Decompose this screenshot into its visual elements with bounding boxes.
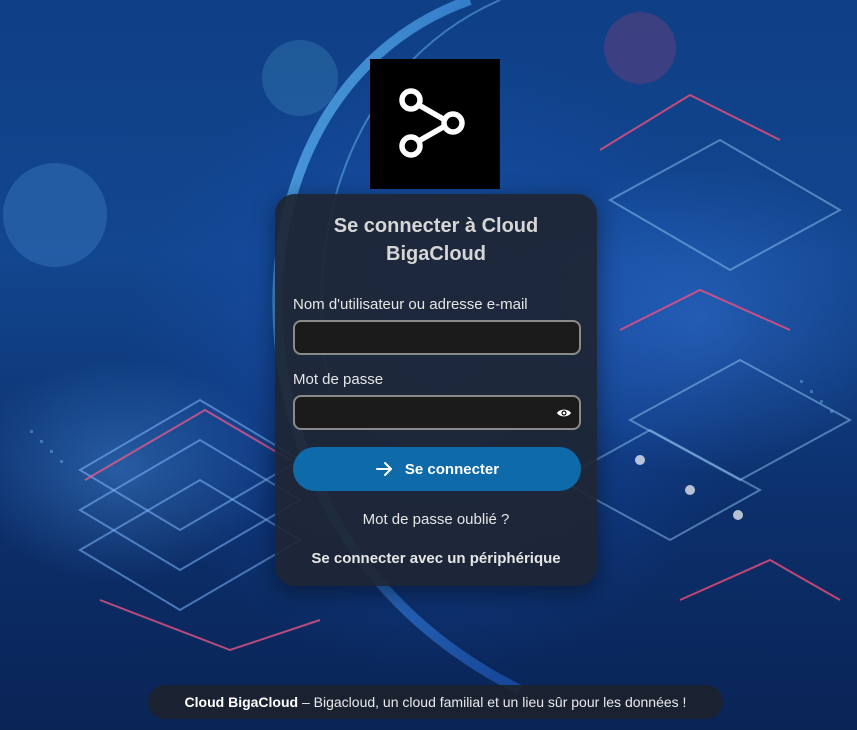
login-card: Se connecter à Cloud BigaCloud Nom d'uti… xyxy=(275,194,597,586)
show-password-button[interactable] xyxy=(555,404,573,422)
device-login-link[interactable]: Se connecter avec un périphérique xyxy=(293,550,579,567)
password-input[interactable] xyxy=(293,395,581,430)
password-field-wrapper xyxy=(293,395,581,430)
username-input[interactable] xyxy=(293,320,581,355)
footer-tagline: – Bigacloud, un cloud familial et un lie… xyxy=(298,694,687,710)
arrow-right-icon xyxy=(375,462,392,476)
footer-brand: Cloud BigaCloud xyxy=(184,694,299,710)
app-logo xyxy=(370,59,500,189)
eye-icon xyxy=(557,409,571,417)
forgot-password-link[interactable]: Mot de passe oublié ? xyxy=(293,511,579,528)
password-label: Mot de passe xyxy=(293,371,384,388)
login-button[interactable]: Se connecter xyxy=(293,447,581,491)
footer-bar: Cloud BigaCloud – Bigacloud, un cloud fa… xyxy=(148,685,723,719)
username-field-wrapper xyxy=(293,320,581,355)
username-label: Nom d'utilisateur ou adresse e-mail xyxy=(293,296,528,313)
login-title: Se connecter à Cloud BigaCloud xyxy=(333,215,539,265)
login-button-label: Se connecter xyxy=(404,460,500,478)
share-nodes-icon xyxy=(399,88,465,158)
